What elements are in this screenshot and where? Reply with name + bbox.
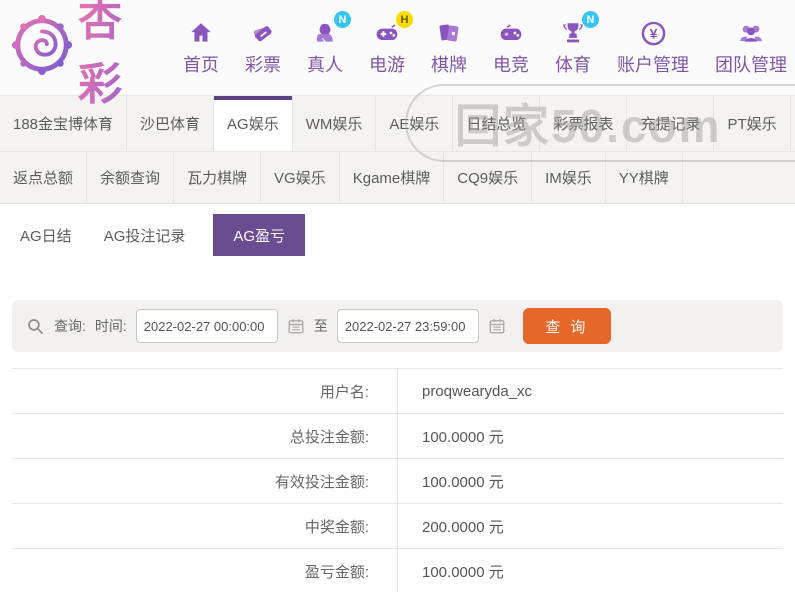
tab-wali-boardgames[interactable]: 瓦力棋牌 (174, 152, 261, 203)
tab-im-entertainment[interactable]: IM娱乐 (532, 152, 606, 203)
tab-rebate-total[interactable]: 返点总额 (0, 152, 87, 203)
nav-badge: N (334, 11, 351, 28)
table-row: 总投注金额: 100.0000 元 (12, 414, 783, 459)
nav-label: 首页 (183, 51, 219, 77)
row-label-win-amount: 中奖金额: (12, 504, 397, 548)
nav-item-team-management[interactable]: 团队管理 (715, 18, 787, 77)
table-row: 盈亏金额: 100.0000 元 (12, 549, 783, 592)
live-person-icon: N (310, 18, 340, 48)
gamepad-icon: H (372, 18, 402, 48)
nav-label: 团队管理 (715, 51, 787, 77)
query-bar: 查询: 时间: 至 查 询 (12, 300, 783, 352)
team-icon (736, 18, 766, 48)
subtab-ag-profit-loss[interactable]: AG盈亏 (213, 214, 305, 256)
tab-kgame-boardgames[interactable]: Kgame棋牌 (340, 152, 445, 203)
calendar-icon[interactable] (488, 317, 506, 335)
nav-item-esports[interactable]: 电竞 (493, 18, 529, 77)
tab-daily-summary[interactable]: 日结总览 (453, 96, 540, 151)
nav-label: 棋牌 (431, 51, 467, 77)
brand-emblem-icon (10, 13, 74, 82)
nav-label: 电竞 (493, 51, 529, 77)
cards-icon (434, 18, 464, 48)
nav-label: 真人 (307, 51, 343, 77)
nav-item-home[interactable]: 首页 (183, 18, 219, 77)
query-label: 查询: (54, 316, 86, 336)
home-icon (186, 18, 216, 48)
trophy-icon: N (558, 18, 588, 48)
tab-ag-entertainment[interactable]: AG娱乐 (214, 96, 293, 151)
table-row: 有效投注金额: 100.0000 元 (12, 459, 783, 504)
table-row: 中奖金额: 200.0000 元 (12, 504, 783, 549)
time-from-input[interactable] (136, 309, 278, 343)
row-value-username: proqwearyda_xc (397, 369, 783, 413)
platform-tabs-row2: 返点总额 余额查询 瓦力棋牌 VG娱乐 Kgame棋牌 CQ9娱乐 IM娱乐 Y… (0, 152, 795, 204)
profit-loss-report-table: 用户名: proqwearyda_xc 总投注金额: 100.0000 元 有效… (12, 368, 783, 592)
tab-balance-query[interactable]: 余额查询 (87, 152, 174, 203)
tab-cq9-entertainment[interactable]: CQ9娱乐 (444, 152, 532, 203)
nav-label: 彩票 (245, 51, 281, 77)
row-label-username: 用户名: (12, 369, 397, 413)
row-label-valid-bet: 有效投注金额: (12, 459, 397, 503)
subtab-ag-bet-records[interactable]: AG投注记录 (100, 225, 190, 246)
nav-item-sports[interactable]: N 体育 (555, 18, 591, 77)
tab-lottery-report[interactable]: 彩票报表 (540, 96, 627, 151)
tab-vg-entertainment[interactable]: VG娱乐 (261, 152, 340, 203)
app-header: 杏彩 首页 彩票 N 真人 H 电游 (0, 0, 795, 95)
time-to-input[interactable] (337, 309, 479, 343)
calendar-icon[interactable] (287, 317, 305, 335)
row-label-total-bet: 总投注金额: (12, 414, 397, 458)
row-value-profit-loss: 100.0000 元 (397, 549, 783, 592)
yen-coin-icon: ¥ (638, 18, 668, 48)
nav-item-boardgames[interactable]: 棋牌 (431, 18, 467, 77)
row-value-total-bet: 100.0000 元 (397, 414, 783, 458)
nav-badge: H (396, 11, 413, 28)
time-label: 时间: (95, 316, 127, 336)
search-icon (26, 317, 45, 336)
brand-logo[interactable]: 杏彩 (10, 0, 169, 112)
nav-badge: N (582, 11, 599, 28)
row-value-win-amount: 200.0000 元 (397, 504, 783, 548)
ag-sub-tabs: AG日结 AG投注记录 AG盈亏 (0, 210, 795, 260)
top-navigation: 首页 彩票 N 真人 H 电游 棋牌 (183, 18, 787, 77)
svg-text:¥: ¥ (649, 25, 657, 41)
tab-yy-boardgames[interactable]: YY棋牌 (606, 152, 683, 203)
row-label-profit-loss: 盈亏金额: (12, 549, 397, 592)
tab-wm-entertainment[interactable]: WM娱乐 (293, 96, 377, 151)
esports-icon (496, 18, 526, 48)
to-label: 至 (314, 316, 328, 336)
tab-ae-entertainment[interactable]: AE娱乐 (376, 96, 453, 151)
nav-label: 电游 (369, 51, 405, 77)
tab-deposit-withdraw-records[interactable]: 充提记录 (627, 96, 714, 151)
tab-truncated[interactable]: 财 (791, 96, 795, 151)
ticket-icon (248, 18, 278, 48)
nav-item-lottery[interactable]: 彩票 (245, 18, 281, 77)
nav-item-account-management[interactable]: ¥ 账户管理 (617, 18, 689, 77)
nav-label: 账户管理 (617, 51, 689, 77)
nav-label: 体育 (555, 51, 591, 77)
nav-item-live[interactable]: N 真人 (307, 18, 343, 77)
brand-name: 杏彩 (78, 0, 169, 112)
tab-pt-entertainment[interactable]: PT娱乐 (714, 96, 790, 151)
row-value-valid-bet: 100.0000 元 (397, 459, 783, 503)
table-row: 用户名: proqwearyda_xc (12, 369, 783, 414)
nav-item-egames[interactable]: H 电游 (369, 18, 405, 77)
query-submit-button[interactable]: 查 询 (523, 308, 611, 344)
subtab-ag-daily[interactable]: AG日结 (16, 225, 76, 246)
